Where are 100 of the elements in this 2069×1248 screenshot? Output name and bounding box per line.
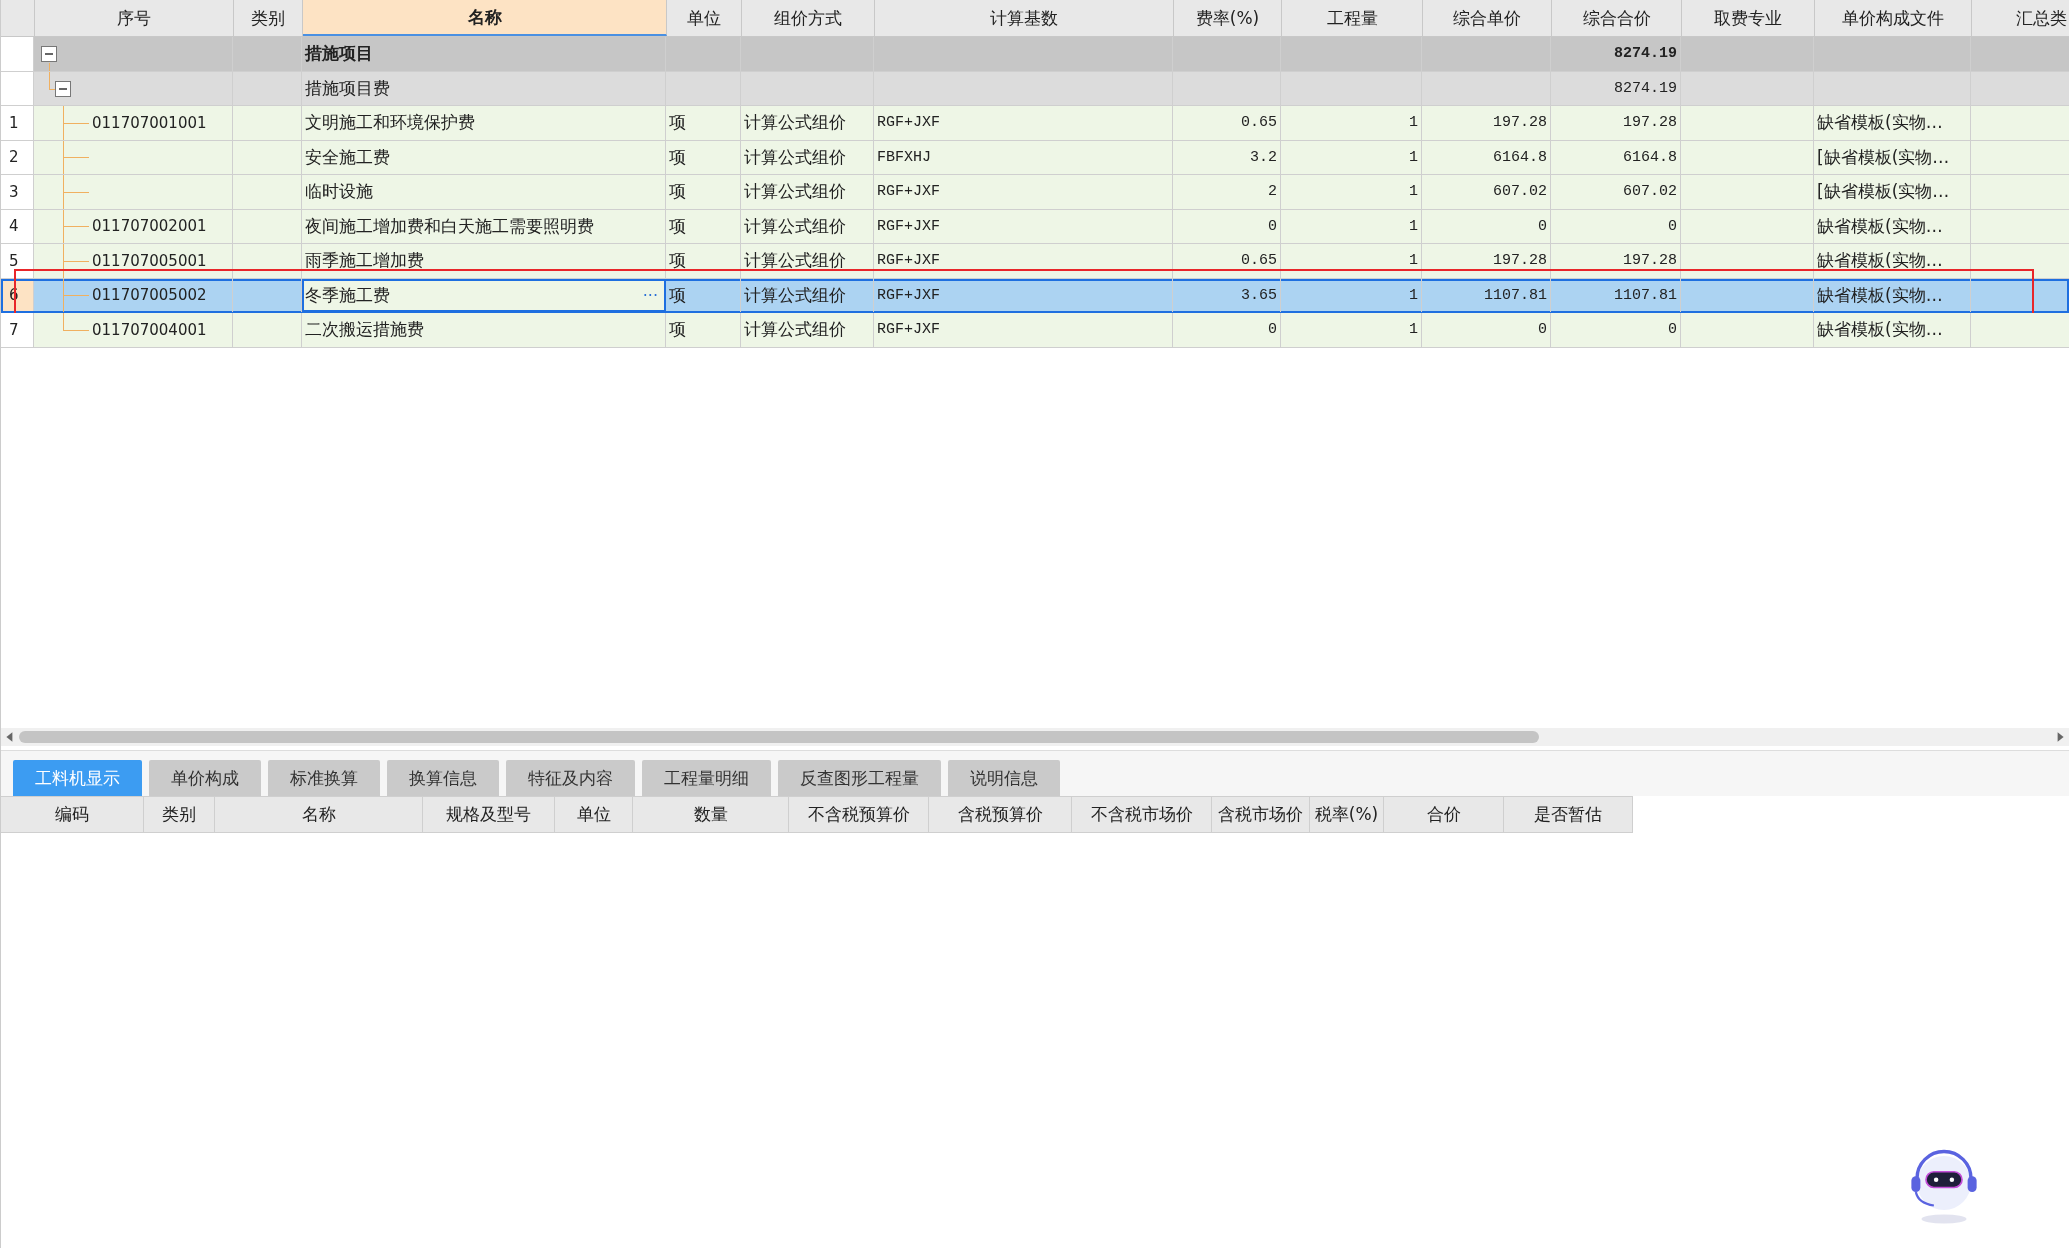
table-cell: RGF+JXF: [877, 217, 940, 235]
table-cell: 197.28: [1623, 114, 1677, 132]
column-header[interactable]: 汇总类: [1972, 0, 2069, 36]
column-header[interactable]: 序号: [35, 0, 234, 36]
table-cell: [缺省模板(实物…: [1817, 180, 1950, 204]
table-cell: 8274.19: [1614, 79, 1677, 97]
column-header[interactable]: 数量: [633, 797, 789, 832]
collapse-icon[interactable]: [55, 80, 71, 97]
item-name: 雨季施工增加费: [305, 249, 424, 273]
table-cell: 项: [669, 283, 686, 307]
table-cell: [缺省模板(实物…: [1817, 145, 1950, 169]
tab[interactable]: 说明信息: [948, 760, 1060, 796]
column-header[interactable]: 计算基数: [875, 0, 1174, 36]
item-name: 夜间施工增加费和白天施工需要照明费: [305, 214, 594, 238]
table-cell: 缺省模板(实物…: [1817, 283, 1943, 307]
table-cell: 缺省模板(实物…: [1817, 214, 1943, 238]
item-name: 安全施工费: [305, 145, 390, 169]
row-header[interactable]: 5: [1, 244, 34, 278]
column-header[interactable]: 编码: [1, 797, 144, 832]
table-cell: 197.28: [1493, 114, 1547, 132]
item-name: 文明施工和环境保护费: [305, 111, 475, 135]
row-header[interactable]: 1: [1, 106, 34, 140]
table-cell: 1: [1409, 183, 1418, 201]
row-header[interactable]: 4: [1, 209, 34, 243]
table-cell: 3.2: [1250, 148, 1277, 166]
scrollbar[interactable]: [1, 728, 2069, 746]
tab[interactable]: 反查图形工程量: [778, 760, 941, 796]
table-cell: 项: [669, 180, 686, 204]
table-cell: 0: [1538, 321, 1547, 339]
table-cell: 607.02: [1623, 183, 1677, 201]
table-cell: 197.28: [1493, 252, 1547, 270]
column-header[interactable]: 单位: [555, 797, 633, 832]
table-cell: 1: [1409, 114, 1418, 132]
column-header[interactable]: 综合单价: [1423, 0, 1552, 36]
column-header[interactable]: 规格及型号: [423, 797, 555, 832]
table-cell: RGF+JXF: [877, 252, 940, 270]
tab[interactable]: 换算信息: [387, 760, 499, 796]
column-header[interactable]: 税率(%): [1310, 797, 1384, 832]
column-header[interactable]: 含税市场价: [1212, 797, 1310, 832]
table-cell: 项: [669, 145, 686, 169]
table-cell: 缺省模板(实物…: [1817, 111, 1943, 135]
column-header[interactable]: 不含税市场价: [1072, 797, 1212, 832]
item-name: 措施项目费: [305, 76, 390, 100]
collapse-icon[interactable]: [41, 46, 57, 62]
column-header[interactable]: 类别: [144, 797, 215, 832]
table-cell: 计算公式组价: [744, 214, 846, 238]
column-header[interactable]: 单价构成文件: [1815, 0, 1972, 36]
column-header[interactable]: 取费专业: [1682, 0, 1815, 36]
column-header[interactable]: 是否暂估: [1504, 797, 1633, 832]
table-cell: 1: [1409, 286, 1418, 304]
table-cell: 1: [1409, 321, 1418, 339]
item-name: 临时设施: [305, 180, 373, 204]
column-header[interactable]: 费率(%): [1174, 0, 1282, 36]
table-cell: 1107.81: [1614, 286, 1677, 304]
column-header[interactable]: 不含税预算价: [789, 797, 929, 832]
table-cell: 缺省模板(实物…: [1817, 318, 1943, 342]
item-code: 011707002001: [92, 217, 207, 236]
item-code: 011707005001: [92, 251, 207, 270]
table-cell: 1107.81: [1484, 286, 1547, 304]
item-code: 011707005002: [92, 286, 207, 305]
table-cell: 607.02: [1493, 183, 1547, 201]
column-header[interactable]: 含税预算价: [929, 797, 1072, 832]
row-header[interactable]: 3: [1, 175, 34, 209]
table-cell: 197.28: [1623, 252, 1677, 270]
column-header[interactable]: 工程量: [1282, 0, 1423, 36]
table-cell: 1: [1409, 148, 1418, 166]
table-cell: 0.65: [1241, 114, 1277, 132]
tab[interactable]: 特征及内容: [506, 760, 635, 796]
item-code: 011707004001: [92, 320, 207, 339]
table-cell: 0: [1668, 217, 1677, 235]
table-cell: 计算公式组价: [744, 180, 846, 204]
table-cell: RGF+JXF: [877, 183, 940, 201]
table-cell: 计算公式组价: [744, 249, 846, 273]
table-cell: RGF+JXF: [877, 114, 940, 132]
more-button[interactable]: ···: [638, 285, 662, 305]
column-header[interactable]: 名称: [215, 797, 423, 832]
tab[interactable]: 工程量明细: [642, 760, 771, 796]
table-cell: 0: [1668, 321, 1677, 339]
table-cell: 项: [669, 111, 686, 135]
column-header[interactable]: 单位: [667, 0, 742, 36]
tab[interactable]: 标准换算: [268, 760, 380, 796]
column-header[interactable]: 组价方式: [742, 0, 875, 36]
table-cell: 计算公式组价: [744, 283, 846, 307]
table-cell: 1: [1409, 217, 1418, 235]
table-cell: RGF+JXF: [877, 286, 940, 304]
scrollbar-thumb[interactable]: [19, 731, 1539, 743]
table-cell: 6164.8: [1623, 148, 1677, 166]
table-cell: RGF+JXF: [877, 321, 940, 339]
column-header[interactable]: 名称: [303, 0, 667, 36]
table-cell: 2: [1268, 183, 1277, 201]
row-header[interactable]: 2: [1, 140, 34, 174]
table-cell: 项: [669, 318, 686, 342]
tab[interactable]: 单价构成: [149, 760, 261, 796]
table-cell: FBFXHJ: [877, 148, 931, 166]
column-header[interactable]: 综合合价: [1552, 0, 1682, 36]
row-header[interactable]: 7: [1, 313, 34, 347]
table-cell: 计算公式组价: [744, 111, 846, 135]
table-cell: 计算公式组价: [744, 318, 846, 342]
table-cell: 6164.8: [1493, 148, 1547, 166]
column-header[interactable]: 合价: [1384, 797, 1504, 832]
